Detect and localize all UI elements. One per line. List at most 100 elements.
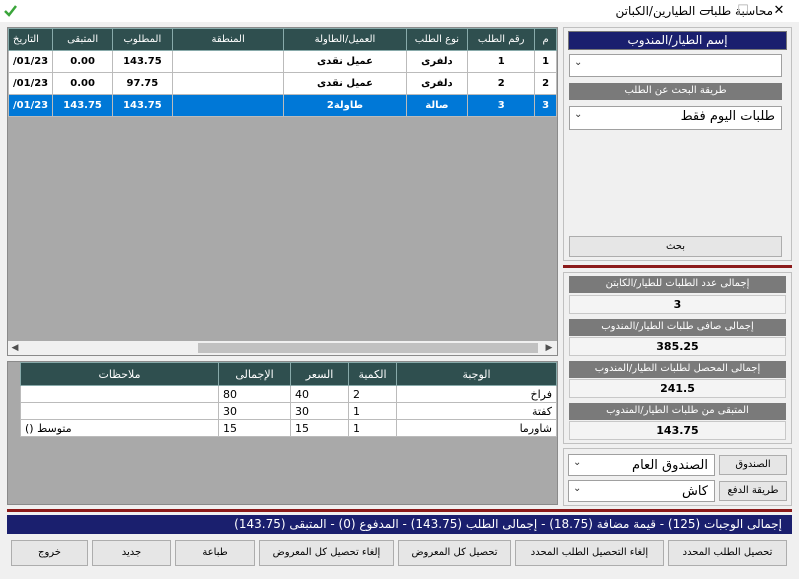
divider [7,509,792,512]
cell-index: 3 [534,94,557,117]
orders-horizontal-scrollbar[interactable]: ◀ ▶ [8,341,557,355]
driver-select[interactable]: ⌄ [569,54,782,77]
cell-qty: 2 [348,385,397,403]
minimize-button[interactable]: — [688,0,726,22]
cell-index: 1 [534,50,557,73]
cell-notes [20,402,219,420]
cashbox-button[interactable]: الصندوق [719,455,787,475]
cell-area [171,94,285,117]
orders-grid[interactable]: م رقم الطلب نوع الطلب العميل/الطاولة الم… [7,27,558,356]
cell-order-type: صالة [405,94,469,117]
cell-price: 40 [290,385,349,403]
cell-meal: فراخ [396,385,557,403]
stat-value-collected: 241.5 [569,379,786,398]
cancel-collect-selected-button[interactable]: إلغاء التحصيل الطلب المحدد [515,540,664,566]
cell-notes: متوسط () [20,419,219,437]
cell-required: 143.75 [111,50,173,73]
stat-value-orders-count: 3 [569,295,786,314]
divider [563,265,792,268]
col-header-remaining[interactable]: المتبقى [52,28,113,51]
cell-area [171,50,285,73]
orders-header-row: م رقم الطلب نوع الطلب العميل/الطاولة الم… [8,28,557,51]
col-header-client[interactable]: العميل/الطاولة [283,28,407,51]
cashbox-select[interactable]: الصندوق العام ⌄ [568,454,715,476]
orders-table: م رقم الطلب نوع الطلب العميل/الطاولة الم… [8,28,557,117]
table-row[interactable]: كفتة 1 30 30 [20,402,557,420]
new-button[interactable]: جديد [92,540,171,566]
cell-remaining: 0.00 [52,72,113,95]
cashbox-select-value: الصندوق العام [632,458,708,473]
scrollbar-thumb[interactable] [198,343,538,353]
payment-method-value: كاش [681,484,708,499]
cell-area [171,72,285,95]
print-button[interactable]: طباعة [175,540,255,566]
search-button[interactable]: بحث [569,236,782,257]
stat-label-net-total: إجمالى صافى طلبات الطيار/المندوب [569,319,786,336]
table-row[interactable]: شاورما 1 15 15 متوسط () [20,419,557,437]
search-method-select[interactable]: طلبات اليوم فقط ⌄ [569,106,782,130]
table-row[interactable]: 1 1 دلفرى عميل نقدى 143.75 0.00 01/23/ [8,50,557,73]
title-bar: محاسبة طلبات الطيارين/الكباتن — ☐ ✕ [0,0,799,22]
payment-method-button[interactable]: طريقة الدفع [719,481,787,501]
scroll-right-arrow-icon[interactable]: ▶ [543,342,555,354]
cell-required: 97.75 [111,72,173,95]
cell-order-no: 1 [467,50,536,73]
items-table: الوجبة الكمية السعر الإجمالى ملاحظات فرا… [20,362,557,437]
table-row[interactable]: 2 2 دلفرى عميل نقدى 97.75 0.00 01/23/ [8,72,557,95]
driver-label: إسم الطيار/المندوب [568,31,787,50]
col-header-order-no[interactable]: رقم الطلب [467,28,536,51]
cell-qty: 1 [348,402,397,420]
stat-value-remaining: 143.75 [569,421,786,440]
cell-price: 30 [290,402,349,420]
cell-qty: 1 [348,419,397,437]
col-header-order-type[interactable]: نوع الطلب [405,28,469,51]
col-header-required[interactable]: المطلوب [111,28,173,51]
cell-order-type: دلفرى [405,50,469,73]
cell-date: 01/23/ [8,50,54,73]
stat-value-net-total: 385.25 [569,337,786,356]
cell-date: 01/23/ [8,72,54,95]
cell-order-no: 2 [467,72,536,95]
cell-client: عميل نقدى [283,72,407,95]
col-header-index[interactable]: م [534,28,557,51]
maximize-button[interactable]: ☐ [724,0,762,22]
exit-button[interactable]: خروج [11,540,88,566]
cell-meal: كفتة [396,402,557,420]
payment-method-select[interactable]: كاش ⌄ [568,480,715,502]
col-header-qty[interactable]: الكمية [348,362,397,386]
order-items-grid[interactable]: الوجبة الكمية السعر الإجمالى ملاحظات فرا… [7,361,558,505]
cell-required: 143.75 [111,94,173,117]
chevron-down-icon: ⌄ [574,109,583,120]
collect-selected-button[interactable]: تحصيل الطلب المحدد [668,540,787,566]
cell-meal: شاورما [396,419,557,437]
app-icon [4,5,17,17]
col-header-area[interactable]: المنطقة [171,28,285,51]
cell-remaining: 143.75 [52,94,113,117]
cell-total: 15 [218,419,291,437]
cell-order-type: دلفرى [405,72,469,95]
col-header-meal[interactable]: الوجبة [396,362,557,386]
chevron-down-icon: ⌄ [574,57,583,68]
cancel-collect-all-button[interactable]: إلغاء تحصيل كل المعروض [259,540,394,566]
cell-total: 80 [218,385,291,403]
col-header-total[interactable]: الإجمالى [218,362,291,386]
search-method-value: طلبات اليوم فقط [680,109,775,124]
col-header-price[interactable]: السعر [290,362,349,386]
cell-client: عميل نقدى [283,50,407,73]
col-header-notes[interactable]: ملاحظات [20,362,219,386]
cell-order-no: 3 [467,94,536,117]
table-row[interactable]: فراخ 2 40 80 [20,385,557,403]
close-button[interactable]: ✕ [760,0,798,22]
cell-notes [20,385,219,403]
scroll-left-arrow-icon[interactable]: ◀ [9,342,21,354]
collect-all-button[interactable]: تحصيل كل المعروض [398,540,511,566]
cell-total: 30 [218,402,291,420]
items-header-row: الوجبة الكمية السعر الإجمالى ملاحظات [20,362,557,386]
stat-label-orders-count: إجمالى عدد الطلبات للطيار/الكابتن [569,276,786,293]
stats-panel: إجمالى عدد الطلبات للطيار/الكابتن 3 إجما… [563,272,792,444]
cell-date: 01/23/ [8,94,54,117]
stat-label-remaining: المتبقى من طلبات الطيار/المندوب [569,403,786,420]
col-header-date[interactable]: التاريخ [8,28,54,51]
table-row-selected[interactable]: 3 3 صالة طاولة2 143.75 143.75 01/23/ [8,94,557,117]
chevron-down-icon: ⌄ [573,457,582,468]
